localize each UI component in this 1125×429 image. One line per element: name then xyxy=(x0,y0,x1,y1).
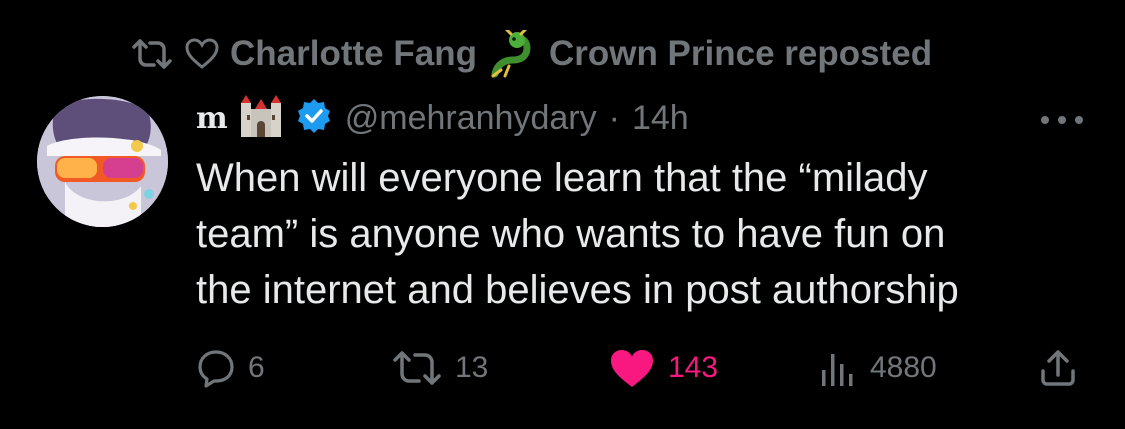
repost-user-name[interactable]: Charlotte Fang xyxy=(230,34,477,74)
repost-context: Charlotte Fang Crown Prince reposted xyxy=(130,28,932,78)
views-count: 4880 xyxy=(870,351,937,384)
author-name[interactable]: m xyxy=(196,101,228,136)
post-text: When will everyone learn that the “milad… xyxy=(196,156,959,312)
share-icon xyxy=(1038,347,1078,389)
tweet-card[interactable]: Charlotte Fang Crown Prince reposted m @… xyxy=(0,0,1125,429)
heart-outline-icon xyxy=(184,37,220,71)
reply-count: 6 xyxy=(248,351,265,384)
reply-icon xyxy=(196,348,236,388)
more-icon[interactable] xyxy=(1039,100,1085,134)
action-bar: 6 13 143 4880 xyxy=(196,340,1086,396)
castle-emoji-icon xyxy=(239,93,283,144)
repost-icon xyxy=(130,37,174,71)
repost-label[interactable]: Crown Prince reposted xyxy=(549,34,932,74)
post-time[interactable]: 14h xyxy=(632,99,689,138)
verified-badge-icon xyxy=(295,97,333,140)
separator-dot: · xyxy=(608,98,620,137)
views-icon xyxy=(818,348,858,388)
author-handle[interactable]: @mehranhydary xyxy=(345,99,597,138)
avatar[interactable] xyxy=(37,96,168,227)
like-button[interactable]: 143 xyxy=(608,340,718,396)
dragon-emoji-icon xyxy=(487,28,539,78)
post-header: m @mehranhydary · 14h xyxy=(196,92,689,144)
views-button[interactable]: 4880 xyxy=(818,340,937,396)
heart-filled-icon xyxy=(608,347,656,389)
repost-count: 13 xyxy=(455,351,489,384)
repost-button[interactable]: 13 xyxy=(391,340,488,396)
repost-icon xyxy=(391,348,443,388)
reply-button[interactable]: 6 xyxy=(196,340,265,396)
like-count: 143 xyxy=(668,351,719,384)
share-button[interactable] xyxy=(1038,340,1078,396)
